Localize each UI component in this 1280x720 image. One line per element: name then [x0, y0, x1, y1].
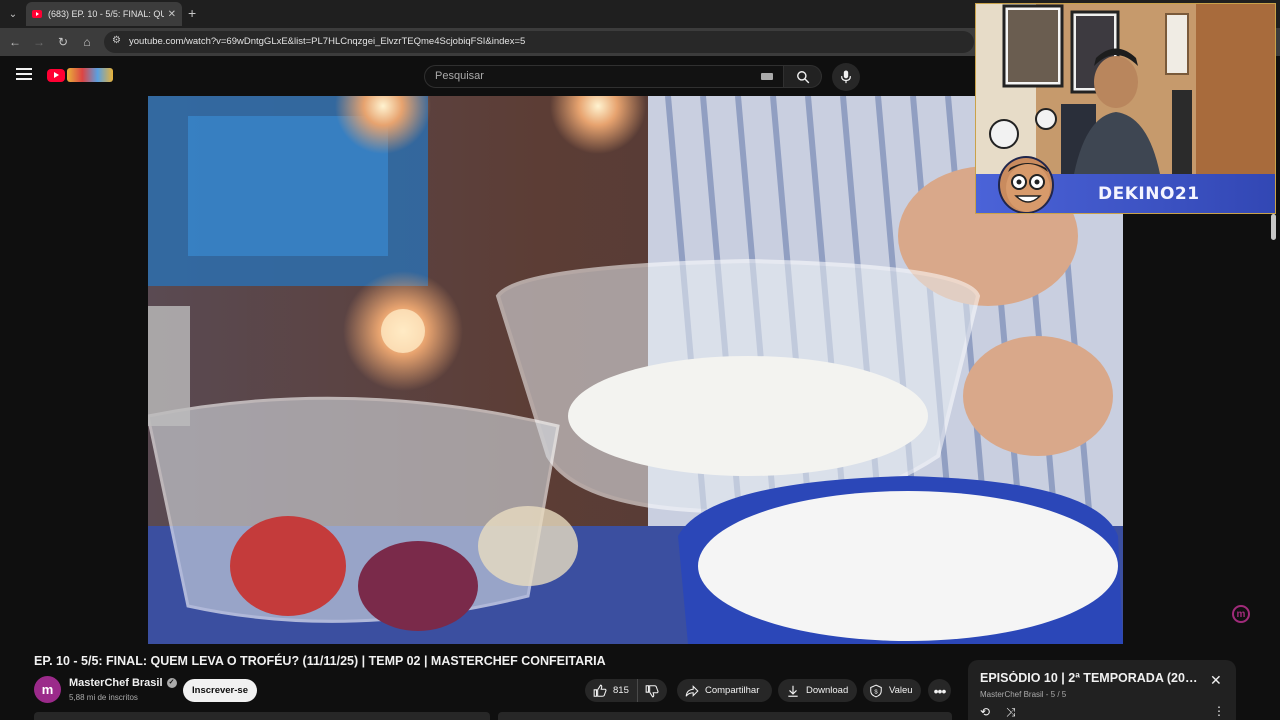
playlist-more-vertical-icon[interactable]: ⋮: [1213, 704, 1225, 718]
menu-hamburger-icon[interactable]: [16, 68, 32, 84]
subscriber-count: 5,88 mi de inscritos: [69, 693, 138, 702]
like-count: 815: [613, 685, 629, 696]
channel-name[interactable]: MasterChef Brasil: [69, 677, 163, 689]
tab-search-chevron-icon[interactable]: ⌄: [4, 5, 22, 23]
search-button[interactable]: [784, 65, 822, 88]
voice-search-button[interactable]: [832, 63, 860, 91]
shuffle-icon[interactable]: ⤨: [1006, 705, 1016, 720]
thanks-button[interactable]: $ Valeu: [863, 679, 921, 702]
browser-tab-active[interactable]: (683) EP. 10 - 5/5: FINAL: QUEM ✕: [26, 2, 182, 26]
share-arrow-icon: [685, 684, 699, 697]
stream-handle: DEKINO21: [1098, 184, 1200, 204]
youtube-doodle-logo[interactable]: [47, 68, 113, 82]
download-icon: [788, 685, 798, 697]
search-icon: [796, 70, 809, 83]
channel-name-row[interactable]: MasterChef Brasil ✓: [69, 677, 177, 689]
like-button[interactable]: 815: [585, 679, 638, 702]
site-info-icon[interactable]: ⚙: [112, 35, 121, 46]
share-label: Compartilhar: [705, 685, 760, 696]
more-actions-button[interactable]: •••: [928, 679, 951, 702]
tab-title: (683) EP. 10 - 5/5: FINAL: QUEM: [48, 9, 164, 19]
close-playlist-icon[interactable]: ✕: [1210, 672, 1222, 689]
share-button[interactable]: Compartilhar: [677, 679, 772, 702]
thumbs-down-icon: [646, 684, 659, 697]
page-scrollbar-thumb[interactable]: [1271, 214, 1276, 240]
like-dislike-group: 815: [585, 679, 667, 702]
comments-box-edge: [498, 712, 952, 720]
description-box-edge: [34, 712, 490, 720]
address-bar[interactable]: ⚙ youtube.com/watch?v=69wDntgGLxE&list=P…: [104, 31, 974, 53]
playlist-title[interactable]: EPISÓDIO 10 | 2ª TEMPORADA (2025): [980, 671, 1202, 685]
thanks-label: Valeu: [889, 685, 913, 696]
playlist-panel: EPISÓDIO 10 | 2ª TEMPORADA (2025) Master…: [968, 660, 1236, 720]
verified-badge-icon: ✓: [166, 678, 177, 689]
thumbs-up-icon: [593, 684, 607, 697]
webcam-scene: [976, 4, 1275, 174]
streamer-webcam-overlay: DEKINO21: [975, 3, 1276, 214]
new-tab-plus-icon[interactable]: +: [188, 5, 196, 21]
home-icon[interactable]: ⌂: [78, 33, 96, 51]
masterchef-watermark-icon: m: [1232, 605, 1250, 623]
tab-close-icon[interactable]: ✕: [168, 9, 176, 20]
microphone-icon: [841, 70, 851, 84]
search-placeholder: Pesquisar: [435, 70, 484, 82]
keyboard-icon[interactable]: [761, 73, 773, 80]
forward-arrow-icon[interactable]: →: [30, 33, 48, 51]
youtube-play-logo-icon: [47, 68, 65, 82]
svg-text:$: $: [874, 689, 878, 695]
back-arrow-icon[interactable]: ←: [6, 33, 24, 51]
youtube-favicon-icon: [32, 10, 42, 18]
more-horizontal-icon: •••: [933, 682, 947, 699]
video-title: EP. 10 - 5/5: FINAL: QUEM LEVA O TROFÉU?…: [34, 654, 606, 668]
super-thanks-icon: $: [870, 684, 882, 697]
subscribe-button[interactable]: Inscrever-se: [183, 679, 257, 702]
channel-avatar[interactable]: m: [34, 676, 61, 703]
cartoon-avatar: [998, 156, 1054, 213]
loop-playlist-icon[interactable]: ⟲: [980, 705, 990, 719]
download-label: Download: [806, 685, 849, 696]
doodle-art: [67, 68, 113, 82]
reload-icon[interactable]: ↻: [54, 33, 72, 51]
address-url: youtube.com/watch?v=69wDntgGLxE&list=PL7…: [129, 36, 526, 47]
download-button[interactable]: Download: [778, 679, 857, 702]
dislike-button[interactable]: [638, 679, 667, 702]
playlist-subtitle: MasterChef Brasil - 5 / 5: [980, 690, 1067, 699]
search-input[interactable]: Pesquisar: [424, 65, 784, 88]
